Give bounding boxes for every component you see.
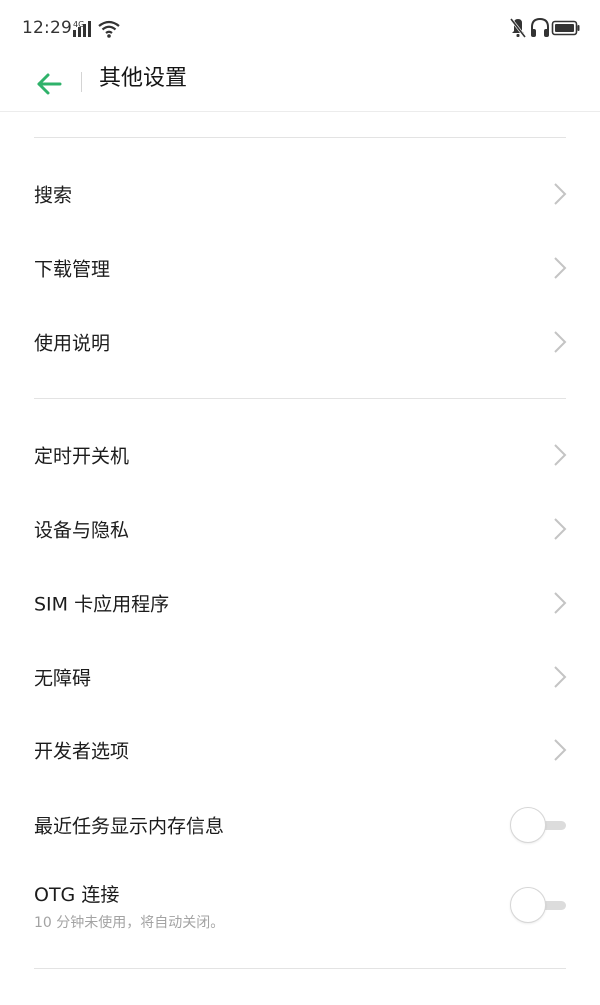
settings-row-accessibility[interactable]: 无障碍 [0,640,600,714]
settings-row-memory-info: 最近任务显示内存信息 [0,788,600,862]
row-label: 搜索 [34,184,73,207]
status-bar: 12:29 4G [0,0,600,56]
status-right-icons [509,17,580,38]
back-arrow-icon [37,73,62,95]
memory-info-toggle[interactable] [510,807,568,843]
settings-row-sim-apps[interactable]: SIM 卡应用程序 [0,566,600,640]
row-label: 开发者选项 [34,740,130,763]
chevron-right-icon [554,183,567,205]
battery-icon [551,20,580,36]
row-label: 设备与隐私 [34,519,130,542]
header-divider [81,72,82,92]
mute-icon [509,18,527,38]
section-divider [34,968,566,969]
settings-row-search[interactable]: 搜索 [0,157,600,231]
app-header: 其他设置 [0,56,600,112]
status-time: 12:29 [22,18,72,38]
headphones-icon [531,17,549,37]
back-button[interactable] [30,64,70,104]
settings-row-developer-options[interactable]: 开发者选项 [0,713,600,787]
wifi-icon [98,20,120,38]
chevron-right-icon [554,592,567,614]
settings-row-scheduled-power[interactable]: 定时开关机 [0,418,600,492]
chevron-right-icon [554,666,567,688]
settings-row-user-guide[interactable]: 使用说明 [0,305,600,379]
toggle-knob [510,807,546,843]
signal-icon: 4G [73,20,120,38]
row-label: 下载管理 [34,258,111,281]
settings-row-download-manager[interactable]: 下载管理 [0,231,600,305]
chevron-right-icon [554,518,567,540]
row-label: 无障碍 [34,667,92,690]
row-sublabel: 10 分钟未使用，将自动关闭。 [34,915,225,931]
settings-row-otg: OTG 连接 10 分钟未使用，将自动关闭。 [0,870,600,944]
otg-toggle[interactable] [510,887,568,923]
chevron-right-icon [554,331,567,353]
row-label: 定时开关机 [34,445,130,468]
section-divider [34,398,566,399]
row-label: 使用说明 [34,332,111,355]
chevron-right-icon [554,739,567,761]
section-divider [34,137,566,138]
row-label: SIM 卡应用程序 [34,593,170,616]
toggle-knob [510,887,546,923]
chevron-right-icon [554,257,567,279]
page-title: 其他设置 [99,66,188,91]
chevron-right-icon [554,444,567,466]
row-label: 最近任务显示内存信息 [34,815,225,838]
row-label: OTG 连接 [34,884,120,906]
settings-row-device-privacy[interactable]: 设备与隐私 [0,492,600,566]
